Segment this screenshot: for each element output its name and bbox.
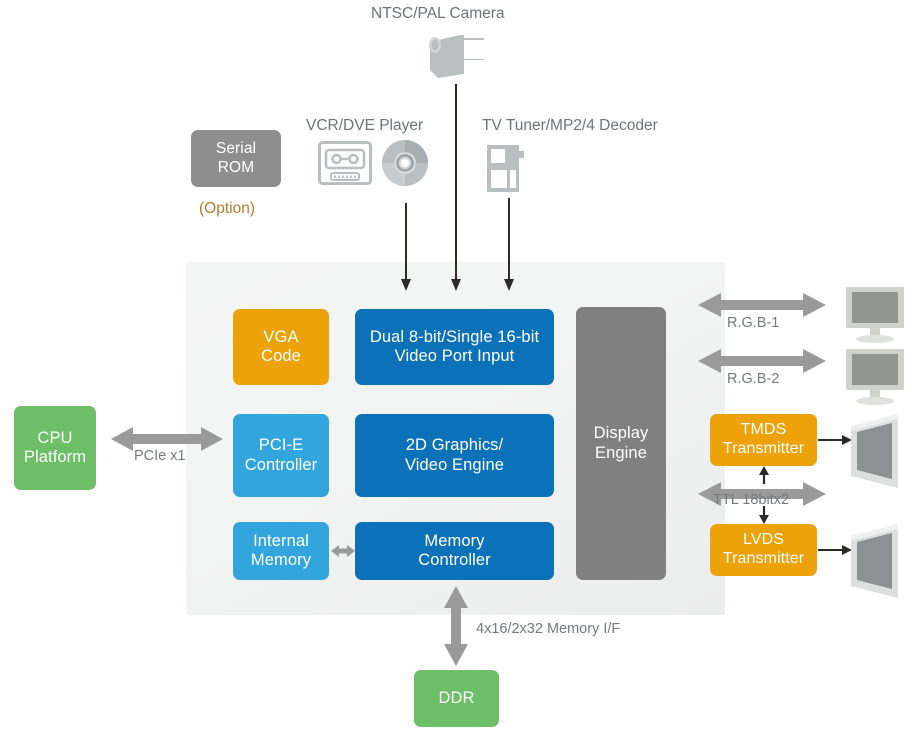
arrow-camera-to-chip — [448, 84, 464, 296]
lvds-transmitter-label: LVDS Transmitter — [722, 531, 805, 567]
display-engine-block: Display Engine — [576, 307, 666, 580]
memory-controller-block: Memory Controller — [355, 522, 554, 580]
caption-ntsc-pal-camera: NTSC/PAL Camera — [371, 5, 505, 22]
ntsc-pal-camera-icon — [424, 30, 488, 85]
cpu-platform-block: CPU Platform — [14, 406, 96, 490]
graphics-engine-block: 2D Graphics/ Video Engine — [355, 414, 554, 497]
arrow-internal-memory-to-controller — [331, 543, 355, 564]
crt-monitor-1-icon — [845, 287, 907, 345]
vga-code-block: VGA Code — [233, 309, 329, 385]
flat-panel-2-icon — [848, 524, 904, 610]
tmds-transmitter-label: TMDS Transmitter — [722, 421, 805, 457]
crt-monitor-2-icon — [845, 349, 907, 407]
internal-memory-label: Internal Memory — [250, 531, 312, 569]
memory-controller-label: Memory Controller — [418, 531, 491, 569]
video-port-input-label: Dual 8-bit/Single 16-bit Video Port Inpu… — [369, 327, 540, 365]
serial-rom-option-label: (Option) — [199, 200, 255, 217]
arrow-ttl-to-tmds — [758, 466, 770, 489]
vga-code-label: VGA Code — [261, 327, 301, 365]
tv-tuner-icon — [487, 142, 531, 192]
display-engine-label: Display Engine — [593, 424, 649, 462]
ttl-label: TTL 18bitx2 — [713, 492, 790, 508]
block-diagram-canvas: NTSC/PAL Camera VCR/DVE Player TV Tuner/… — [0, 0, 920, 745]
pcie-signal-label: PCIe x1 — [134, 448, 186, 464]
arrow-memory-interface — [443, 586, 469, 671]
memory-interface-label: 4x16/2x32 Memory I/F — [476, 621, 621, 637]
arrow-vcr-to-chip — [398, 203, 414, 296]
video-port-input-block: Dual 8-bit/Single 16-bit Video Port Inpu… — [355, 309, 554, 385]
serial-rom-label: Serial ROM — [215, 140, 257, 176]
serial-rom-block: Serial ROM — [191, 130, 281, 187]
tmds-transmitter-block: TMDS Transmitter — [710, 414, 817, 466]
pcie-controller-label: PCI-E Controller — [244, 436, 318, 474]
ddr-block: DDR — [414, 670, 499, 727]
internal-memory-block: Internal Memory — [233, 522, 329, 580]
graphics-engine-label: 2D Graphics/ Video Engine — [404, 436, 505, 474]
vcr-cassette-icon — [318, 141, 372, 185]
arrow-ttl-to-lvds — [758, 506, 770, 529]
lvds-transmitter-block: LVDS Transmitter — [710, 524, 817, 576]
dvd-disc-icon — [381, 139, 429, 187]
cpu-platform-label: CPU Platform — [23, 428, 87, 466]
arrow-lvds-to-panel — [818, 542, 852, 563]
caption-vcr-dve-player: VCR/DVE Player — [306, 117, 424, 134]
arrow-tmds-to-panel — [818, 432, 852, 453]
arrow-tuner-to-chip — [501, 198, 517, 296]
pcie-controller-block: PCI-E Controller — [233, 414, 329, 497]
ddr-label: DDR — [438, 688, 475, 707]
rgb-2-label: R.G.B-2 — [727, 371, 780, 387]
caption-tv-tuner: TV Tuner/MP2/4 Decoder — [482, 117, 658, 134]
rgb-1-label: R.G.B-1 — [727, 315, 780, 331]
flat-panel-1-icon — [848, 414, 904, 500]
